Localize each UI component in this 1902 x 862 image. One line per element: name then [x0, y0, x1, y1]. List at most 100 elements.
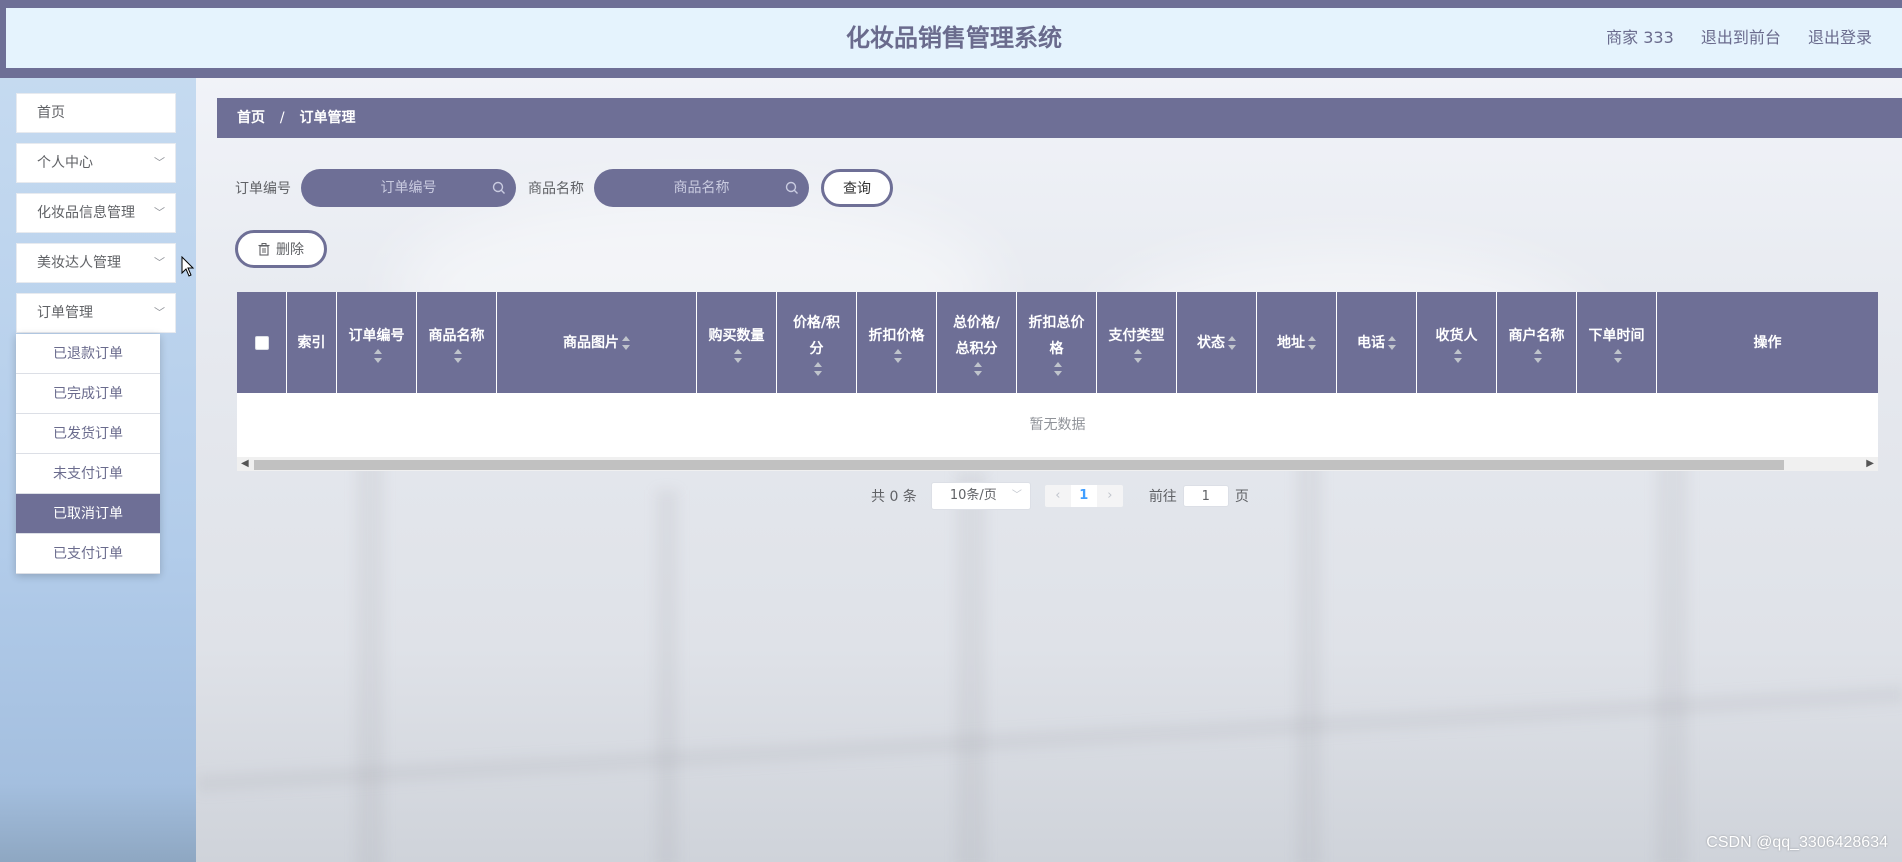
- submenu-item-completed[interactable]: 已完成订单: [16, 374, 160, 414]
- sort-icon[interactable]: [734, 348, 742, 363]
- sort-icon[interactable]: [894, 348, 902, 363]
- sort-icon[interactable]: [1388, 335, 1396, 350]
- sidebar-item-home[interactable]: 首页: [16, 93, 176, 133]
- col-product-image[interactable]: 商品图片: [497, 292, 697, 393]
- col-header-label: 索引: [297, 334, 326, 351]
- sidebar-item-orders[interactable]: 订单管理 ﹀: [16, 293, 176, 333]
- query-button[interactable]: 查询: [821, 169, 893, 207]
- orders-table: 索引 订单编号 商品名称 商品图片 购买数量 价格/积分 折扣价格 总价格/总积…: [237, 292, 1878, 471]
- mouse-cursor-icon: [181, 256, 195, 277]
- col-price-points[interactable]: 价格/积分: [777, 292, 857, 393]
- user-label: 商家 333: [1606, 28, 1674, 47]
- horizontal-scrollbar[interactable]: ◀ ▶: [237, 457, 1878, 471]
- scroll-right-icon[interactable]: ▶: [1866, 458, 1874, 469]
- col-header-label: 商品名称: [428, 327, 485, 344]
- page-number[interactable]: 1: [1070, 485, 1097, 507]
- search-icon: [492, 181, 505, 194]
- col-header-label: 操作: [1753, 334, 1782, 351]
- orders-submenu: 已退款订单 已完成订单 已发货订单 未支付订单 已取消订单 已支付订单: [16, 334, 160, 574]
- total-count: 共 0 条: [871, 489, 917, 505]
- scrollbar-thumb[interactable]: [254, 460, 1784, 470]
- col-order-time[interactable]: 下单时间: [1577, 292, 1657, 393]
- page-unit-label: 页: [1234, 489, 1249, 505]
- sort-icon[interactable]: [814, 361, 822, 376]
- col-header-label: 收货人: [1435, 327, 1478, 344]
- col-status[interactable]: 状态: [1177, 292, 1257, 393]
- search-icon: [785, 181, 798, 194]
- order-no-label: 订单编号: [235, 181, 291, 197]
- sidebar-item-beauty-experts[interactable]: 美妆达人管理 ﹀: [16, 243, 176, 283]
- chevron-down-icon: ﹀: [154, 306, 165, 319]
- col-quantity[interactable]: 购买数量: [697, 292, 777, 393]
- order-no-input[interactable]: [301, 169, 516, 207]
- col-actions: 操作: [1657, 292, 1878, 393]
- sort-icon[interactable]: [1534, 348, 1542, 363]
- delete-button-label: 删除: [276, 242, 304, 258]
- col-header-label: 订单编号: [348, 327, 405, 344]
- sidebar-item-profile[interactable]: 个人中心 ﹀: [16, 143, 176, 183]
- chevron-down-icon: ﹀: [154, 156, 165, 169]
- header-links: 商家 333 退出到前台 退出登录: [1584, 8, 1872, 68]
- product-name-label: 商品名称: [528, 181, 584, 197]
- page-size-select[interactable]: 10条/页 ﹀: [930, 482, 1031, 510]
- breadcrumb-separator: /: [279, 110, 285, 126]
- col-payment-type[interactable]: 支付类型: [1097, 292, 1177, 393]
- col-header-label: 价格/积分: [792, 314, 841, 357]
- col-discount-price[interactable]: 折扣价格: [857, 292, 937, 393]
- breadcrumb-current: 订单管理: [299, 110, 356, 126]
- main-content: 首页 / 订单管理 订单编号 商品名称 查询: [196, 78, 1902, 862]
- sort-icon[interactable]: [1308, 335, 1316, 350]
- product-name-input[interactable]: [594, 169, 809, 207]
- col-header-label: 商户名称: [1508, 327, 1565, 344]
- col-total-price-points[interactable]: 总价格/总积分: [937, 292, 1017, 393]
- prev-page-icon[interactable]: ‹: [1045, 485, 1071, 507]
- logout-link[interactable]: 退出登录: [1808, 28, 1872, 47]
- page-size-value: 10条/页: [949, 488, 997, 503]
- search-bar: 订单编号 商品名称 查询: [235, 168, 893, 208]
- sort-icon[interactable]: [622, 335, 630, 350]
- col-header-label: 商品图片: [563, 334, 619, 351]
- col-header-label: 电话: [1357, 334, 1385, 351]
- sort-icon[interactable]: [1134, 348, 1142, 363]
- header-bar: 化妆品销售管理系统 商家 333 退出到前台 退出登录: [6, 8, 1902, 68]
- delete-button[interactable]: 删除: [235, 230, 327, 268]
- select-all-checkbox[interactable]: [254, 335, 269, 350]
- col-header-label: 折扣价格: [868, 327, 925, 344]
- col-merchant-name[interactable]: 商户名称: [1497, 292, 1577, 393]
- sort-icon[interactable]: [454, 348, 462, 363]
- submenu-item-shipped[interactable]: 已发货订单: [16, 414, 160, 454]
- col-product-name[interactable]: 商品名称: [417, 292, 497, 393]
- submenu-item-unpaid[interactable]: 未支付订单: [16, 454, 160, 494]
- sort-icon[interactable]: [374, 348, 382, 363]
- col-receiver[interactable]: 收货人: [1417, 292, 1497, 393]
- col-header-label: 购买数量: [708, 327, 765, 344]
- chevron-down-icon: ﹀: [1011, 490, 1022, 501]
- sort-icon[interactable]: [1054, 361, 1062, 376]
- submenu-item-cancelled[interactable]: 已取消订单: [16, 494, 160, 534]
- col-address[interactable]: 地址: [1257, 292, 1337, 393]
- chevron-down-icon: ﹀: [154, 206, 165, 219]
- sidebar-item-label: 首页: [37, 105, 65, 121]
- pagination: 共 0 条 10条/页 ﹀ ‹ 1 › 前往 页: [871, 482, 1249, 510]
- sort-icon[interactable]: [1228, 335, 1236, 350]
- next-page-icon[interactable]: ›: [1097, 485, 1123, 507]
- col-header-label: 支付类型: [1108, 327, 1165, 344]
- top-header: 化妆品销售管理系统 商家 333 退出到前台 退出登录: [0, 0, 1902, 78]
- col-phone[interactable]: 电话: [1337, 292, 1417, 393]
- col-header-label: 下单时间: [1588, 327, 1645, 344]
- scroll-left-icon[interactable]: ◀: [241, 458, 249, 469]
- sidebar-item-cosmetics[interactable]: 化妆品信息管理 ﹀: [16, 193, 176, 233]
- back-to-front-link[interactable]: 退出到前台: [1701, 28, 1781, 47]
- submenu-item-paid[interactable]: 已支付订单: [16, 534, 160, 574]
- col-discount-total[interactable]: 折扣总价格: [1017, 292, 1097, 393]
- sort-icon[interactable]: [1454, 348, 1462, 363]
- goto-page-input[interactable]: [1182, 485, 1229, 507]
- sort-icon[interactable]: [1614, 348, 1622, 363]
- empty-placeholder: 暂无数据: [237, 393, 1878, 457]
- pager: ‹ 1 ›: [1044, 485, 1123, 507]
- submenu-item-refunded[interactable]: 已退款订单: [16, 334, 160, 374]
- col-order-no[interactable]: 订单编号: [337, 292, 417, 393]
- breadcrumb-home[interactable]: 首页: [237, 110, 265, 126]
- sort-icon[interactable]: [974, 361, 982, 376]
- product-name-field: [594, 169, 809, 207]
